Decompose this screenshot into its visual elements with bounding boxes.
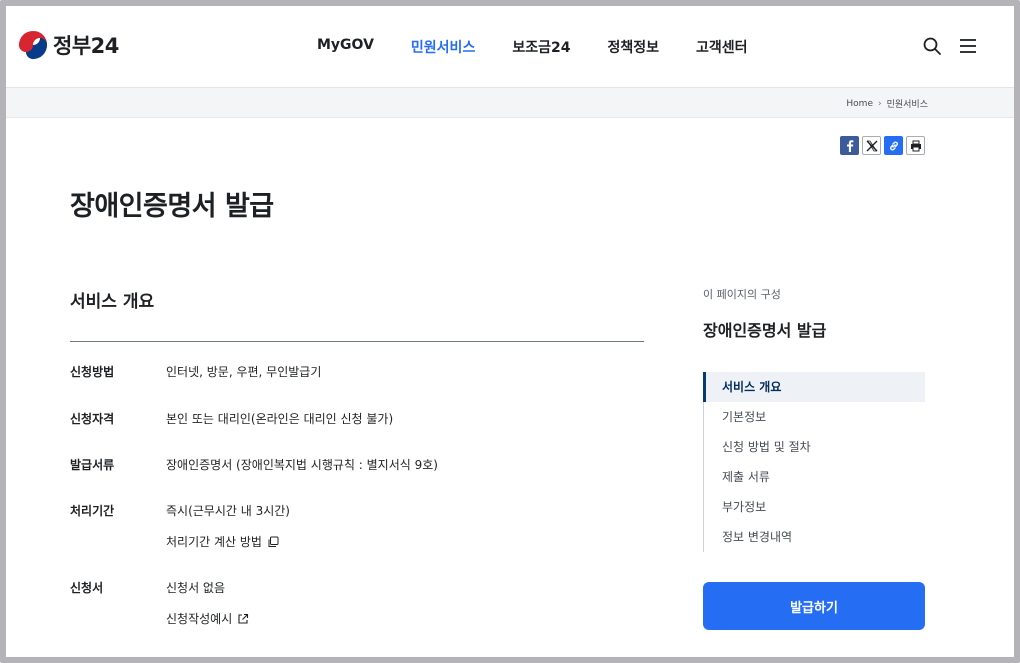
breadcrumb: Home › 민원서비스	[846, 97, 928, 111]
section-title-overview: 서비스 개요	[70, 292, 155, 312]
processing-time-calc-label: 처리기간 계산 방법	[166, 535, 262, 549]
x-icon[interactable]	[862, 136, 881, 155]
share-toolbar	[840, 136, 928, 155]
site-logo[interactable]: 정부24	[18, 30, 119, 60]
nav-item-customer-center[interactable]: 고객센터	[696, 37, 748, 57]
nav-item-policy-info[interactable]: 정책정보	[607, 37, 659, 57]
search-icon[interactable]	[922, 36, 942, 56]
menu-icon[interactable]	[958, 36, 978, 56]
link-icon[interactable]	[884, 136, 903, 155]
breadcrumb-home[interactable]: Home	[846, 99, 873, 109]
nav-item-civil-service[interactable]: 민원서비스	[411, 37, 475, 57]
logo-text: 정부24	[53, 34, 119, 58]
row-label-application-form: 신청서	[70, 581, 104, 595]
site-header: 정부24 MyGOV 민원서비스 보조금24 정책정보 고객센터	[6, 6, 1014, 88]
row-value-processing-time: 즉시(근무시간 내 3시간)	[166, 504, 290, 518]
processing-time-calc-link[interactable]: 처리기간 계산 방법	[166, 533, 279, 550]
sidebar-title: 장애인증명서 발급	[703, 321, 827, 340]
copy-icon	[268, 536, 279, 547]
external-link-icon	[238, 613, 249, 624]
page-title: 장애인증명서 발급	[70, 191, 274, 222]
row-value-issued-docs: 장애인증명서 (장애인복지법 시행규칙 : 별지서식 9호)	[166, 458, 438, 472]
row-label-issued-docs: 발급서류	[70, 458, 115, 472]
main-nav: MyGOV 민원서비스 보조금24 정책정보 고객센터	[317, 37, 785, 57]
row-label-apply-method: 신청방법	[70, 365, 115, 379]
section-divider	[70, 341, 644, 342]
sidebar-caption: 이 페이지의 구성	[703, 288, 781, 301]
breadcrumb-current[interactable]: 민원서비스	[887, 97, 928, 110]
application-example-link[interactable]: 신청작성예시	[166, 610, 249, 627]
taegeuk-logo-icon	[18, 30, 48, 60]
facebook-icon[interactable]	[840, 136, 859, 155]
row-label-processing-time: 처리기간	[70, 504, 115, 518]
row-label-eligibility: 신청자격	[70, 412, 115, 426]
row-value-apply-method: 인터넷, 방문, 우편, 무인발급기	[166, 365, 322, 379]
nav-item-subsidy24[interactable]: 보조금24	[512, 37, 570, 57]
toc-item-basic-info[interactable]: 기본정보	[704, 402, 925, 432]
page-frame: 정부24 MyGOV 민원서비스 보조금24 정책정보 고객센터 Home › …	[0, 0, 1020, 663]
page-toc: 서비스 개요 기본정보 신청 방법 및 절차 제출 서류 부가정보 정보 변경내…	[703, 372, 925, 552]
toc-item-apply-procedure[interactable]: 신청 방법 및 절차	[704, 432, 925, 462]
application-example-label: 신청작성예시	[166, 612, 233, 626]
row-value-eligibility: 본인 또는 대리인(온라인은 대리인 신청 불가)	[166, 412, 394, 426]
issue-button[interactable]: 발급하기	[703, 582, 925, 630]
chevron-right-icon: ›	[877, 98, 882, 109]
row-value-application-form: 신청서 없음	[166, 581, 226, 595]
toc-item-submit-docs[interactable]: 제출 서류	[704, 462, 925, 492]
breadcrumb-bar: Home › 민원서비스	[6, 88, 1014, 118]
print-icon[interactable]	[906, 136, 925, 155]
toc-item-service-overview[interactable]: 서비스 개요	[703, 372, 925, 402]
nav-item-mygov[interactable]: MyGOV	[317, 37, 374, 57]
toc-item-additional-info[interactable]: 부가정보	[704, 492, 925, 522]
toc-item-change-history[interactable]: 정보 변경내역	[704, 522, 925, 552]
